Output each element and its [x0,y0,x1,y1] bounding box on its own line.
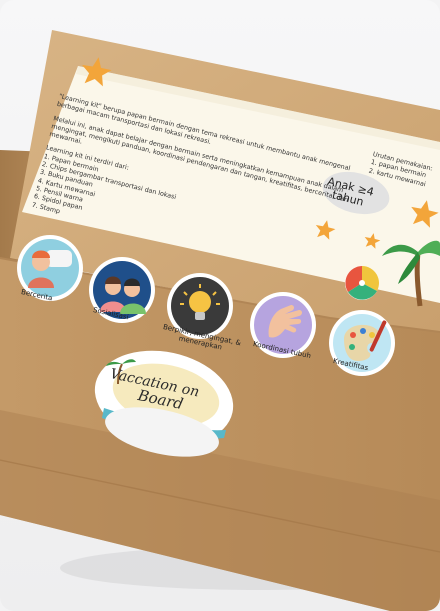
product-scene: "Learning kit" berupa papan bermain deng… [0,0,440,611]
box-illustration [0,30,440,611]
beach-ball-decoration [345,266,379,300]
